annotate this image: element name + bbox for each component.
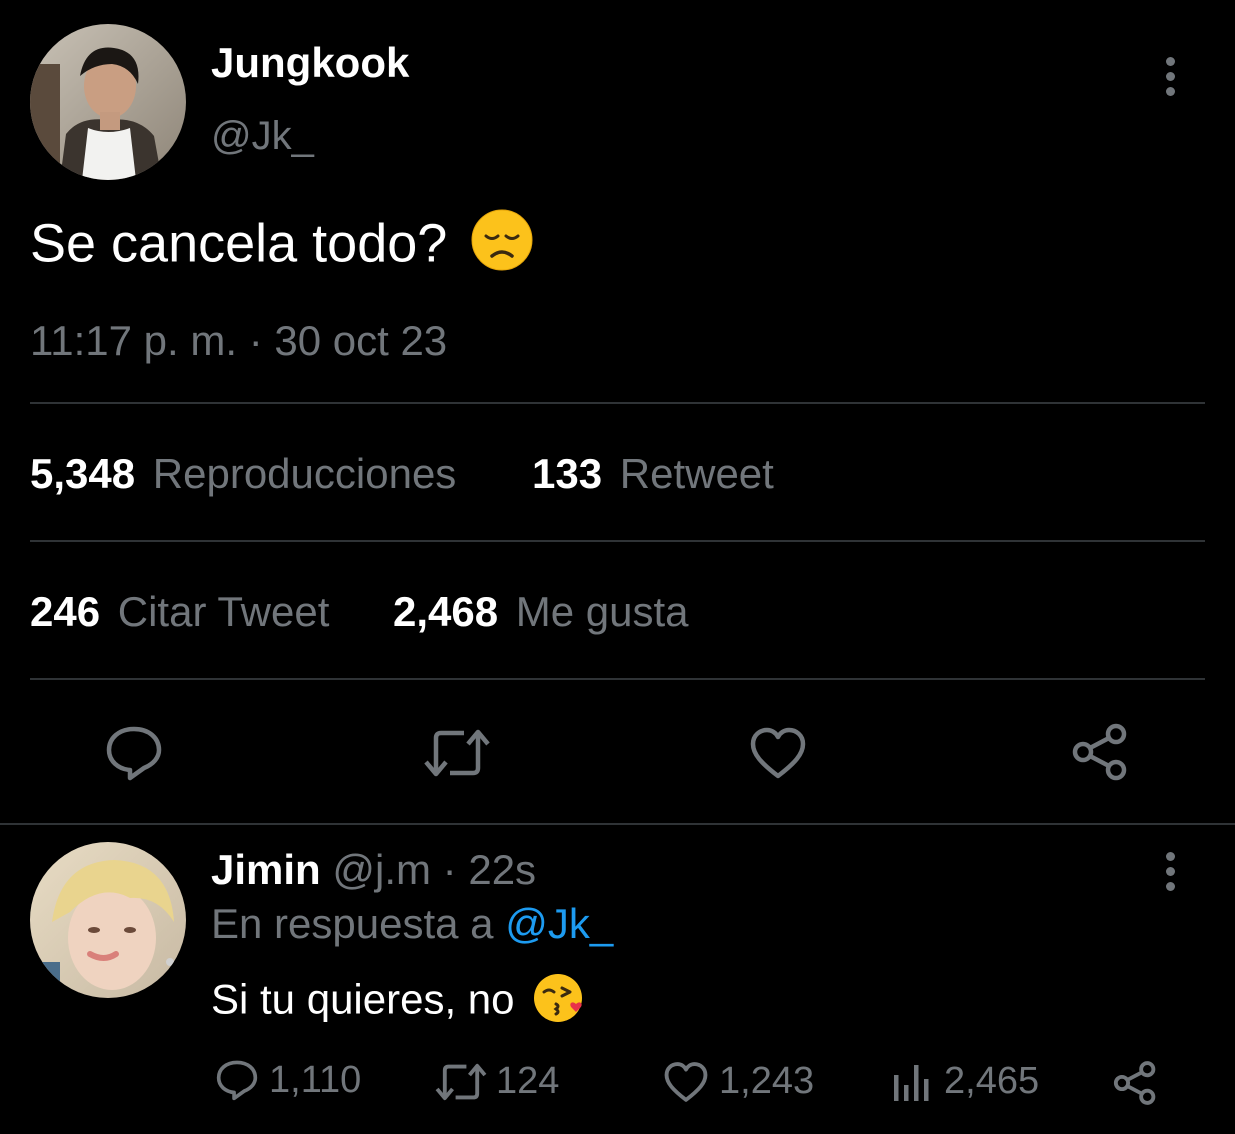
reply-more-options-button[interactable]	[1166, 852, 1180, 897]
reply-share-button[interactable]	[1112, 1060, 1158, 1106]
tweet-timestamp[interactable]: 11:17 p. m. · 30 oct 23	[30, 316, 447, 366]
section-divider	[0, 823, 1235, 825]
dot-icon	[1166, 72, 1175, 81]
like-button[interactable]	[749, 726, 807, 780]
reply-reply-button[interactable]: 1,110	[215, 1058, 361, 1102]
reply-header: Jimin @j.m · 22s	[211, 845, 536, 895]
share-icon	[1113, 1061, 1156, 1105]
reply-text: Si tu quieres, no	[211, 970, 586, 1035]
tweet-text-content: Se cancela todo?	[30, 213, 448, 274]
reply-author-handle[interactable]: @j.m	[332, 846, 431, 893]
retweet-icon	[424, 729, 490, 777]
divider	[30, 540, 1205, 542]
reply-likes-count: 1,243	[719, 1060, 815, 1102]
replying-to-label: En respuesta a	[211, 900, 494, 947]
author-name[interactable]: Jungkook	[211, 38, 409, 88]
replying-to-handle[interactable]: @Jk_	[505, 900, 613, 947]
reply-author-name[interactable]: Jimin	[211, 846, 321, 893]
quotes-label: Citar Tweet	[117, 588, 330, 635]
likes-label: Me gusta	[515, 588, 689, 635]
reply-views-button[interactable]: 2,465	[890, 1060, 1039, 1103]
retweets-stat[interactable]: 133 Retweet	[532, 449, 774, 499]
reply-button[interactable]	[104, 724, 164, 782]
reply-retweets-count: 124	[496, 1060, 560, 1102]
separator: ·	[442, 846, 457, 893]
divider	[30, 402, 1205, 404]
reply-retweet-button[interactable]: 124	[434, 1060, 559, 1103]
retweet-button[interactable]	[422, 726, 492, 780]
reply-icon	[216, 1060, 258, 1101]
face-blowing-a-kiss-icon	[532, 970, 586, 1035]
reply-like-button[interactable]: 1,243	[663, 1060, 814, 1103]
more-options-button[interactable]	[1166, 57, 1180, 102]
reply-author-avatar[interactable]	[30, 842, 186, 998]
views-stat[interactable]: 5,348 Reproducciones	[30, 449, 456, 499]
likes-count: 2,468	[393, 588, 499, 635]
retweet-icon	[435, 1063, 487, 1100]
quotes-count: 246	[30, 588, 101, 635]
dot-icon	[1166, 57, 1175, 66]
quotes-stat[interactable]: 246 Citar Tweet	[30, 587, 329, 637]
like-icon	[664, 1061, 708, 1102]
author-avatar[interactable]	[30, 24, 186, 180]
views-count: 5,348	[30, 450, 136, 497]
share-button[interactable]	[1070, 722, 1130, 782]
separator: ·	[248, 317, 263, 364]
tweet-text: Se cancela todo?	[30, 208, 534, 286]
dot-icon	[1166, 87, 1175, 96]
dot-icon	[1166, 852, 1175, 861]
tweet-time: 11:17 p. m.	[30, 317, 238, 364]
reply-icon	[106, 726, 162, 781]
share-icon	[1072, 723, 1127, 781]
like-icon	[750, 727, 806, 779]
reply-replies-count: 1,110	[269, 1058, 362, 1101]
retweets-label: Retweet	[619, 450, 774, 497]
divider	[30, 678, 1205, 680]
retweets-count: 133	[532, 450, 603, 497]
replying-to: En respuesta a @Jk_	[211, 899, 613, 949]
disappointed-face-icon	[470, 208, 534, 286]
analytics-icon	[894, 1064, 929, 1101]
author-handle[interactable]: @Jk_	[211, 112, 314, 160]
reply-time[interactable]: 22s	[468, 846, 536, 893]
dot-icon	[1166, 882, 1175, 891]
views-label: Reproducciones	[152, 450, 457, 497]
reply-views-count: 2,465	[944, 1060, 1040, 1102]
tweet-date: 30 oct 23	[274, 317, 448, 364]
likes-stat[interactable]: 2,468 Me gusta	[393, 587, 689, 637]
reply-text-content: Si tu quieres, no	[211, 975, 515, 1023]
dot-icon	[1166, 867, 1175, 876]
